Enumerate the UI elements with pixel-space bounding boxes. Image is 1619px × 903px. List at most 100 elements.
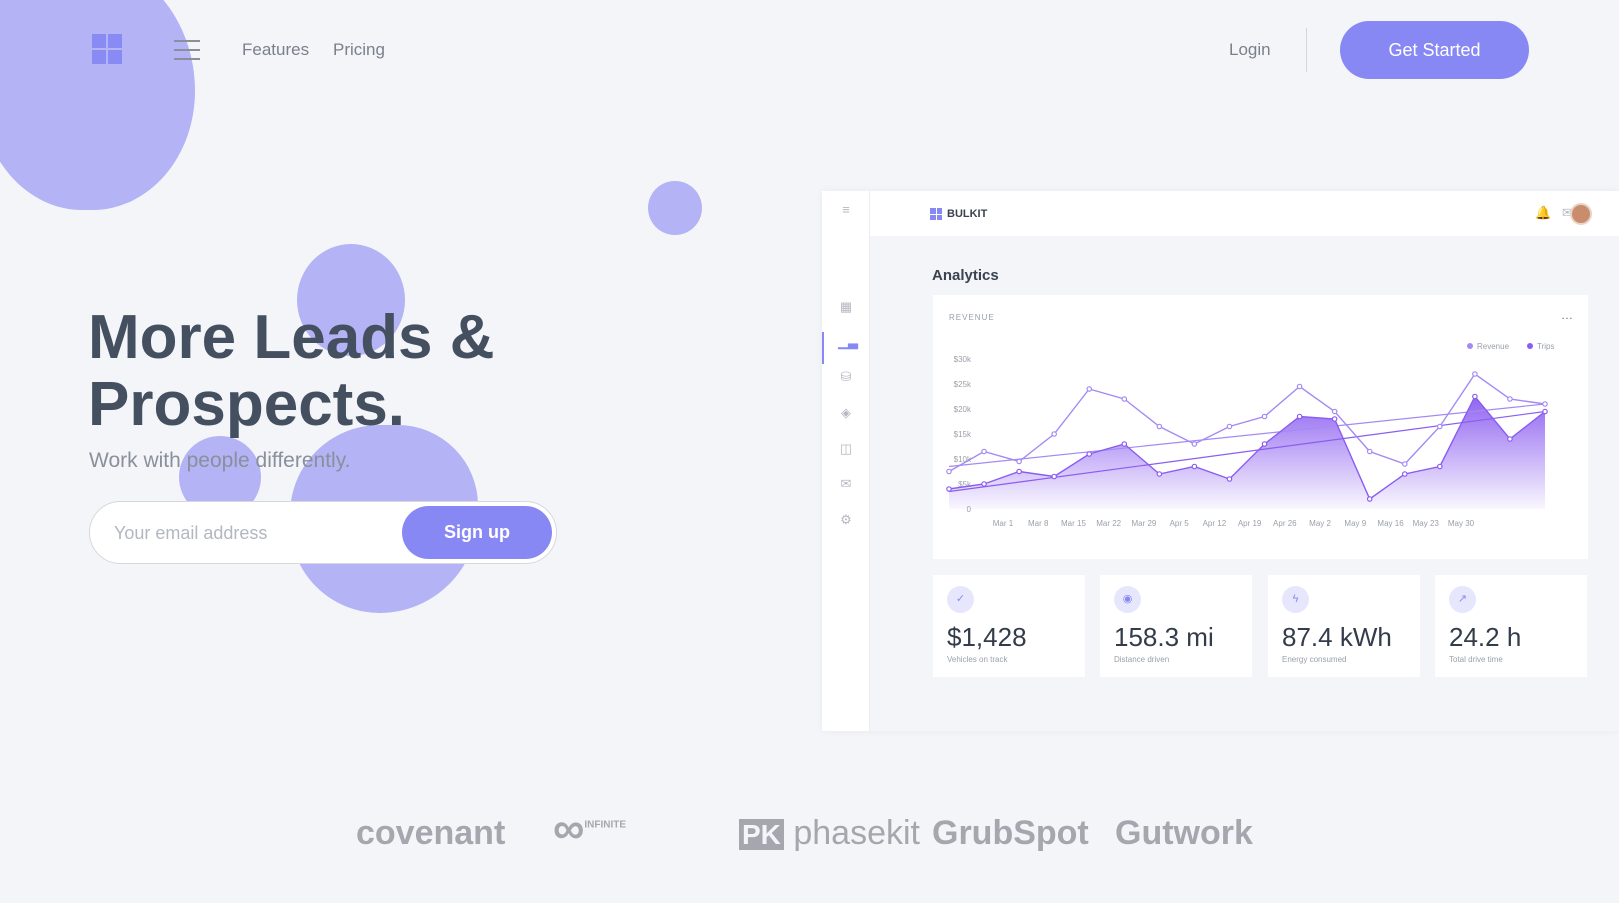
- data-point: [1331, 408, 1338, 415]
- hero-title-line-1: More Leads &: [88, 303, 495, 372]
- partner-logos: covenant ∞INFINITE PK phasekit GrubSpot …: [0, 800, 1619, 870]
- get-started-button[interactable]: Get Started: [1340, 21, 1529, 79]
- menu-lines-icon[interactable]: ≡: [838, 202, 854, 218]
- data-point: [1156, 471, 1163, 477]
- x-tick-label: May 2: [1309, 519, 1331, 528]
- dashboard-brand: BULKIT: [930, 208, 987, 220]
- chart-legend: Revenue Trips: [1467, 342, 1554, 351]
- x-tick-label: Apr 19: [1238, 519, 1262, 528]
- legend-swatch: [1527, 343, 1533, 349]
- data-point: [1086, 386, 1093, 392]
- x-tick-label: Mar 15: [1061, 519, 1086, 528]
- x-tick-label: May 30: [1448, 519, 1475, 528]
- car-icon[interactable]: ⛁: [838, 369, 854, 385]
- chart-title: REVENUE: [949, 313, 995, 322]
- dashboard-preview: ≡ ▦ ▁▃ ⛁ ◈ ◫ ✉ ⚙ BULKIT 🔔 ✉ Analytics RE…: [822, 191, 1619, 731]
- brand-logo-icon: [930, 208, 942, 220]
- partner-logo-covenant: covenant: [356, 814, 506, 852]
- revenue-chart: REVENUE … Revenue Trips 0$5k$10k$15k$20k$…: [946, 308, 1573, 528]
- data-point: [1086, 451, 1093, 457]
- stat-value: 87.4 kWh: [1282, 622, 1392, 652]
- location-pin-icon: ◉: [1114, 586, 1141, 613]
- x-tick-label: Mar 29: [1131, 519, 1156, 528]
- nav-link-pricing[interactable]: Pricing: [333, 40, 385, 60]
- legend-label: Revenue: [1477, 342, 1510, 351]
- signup-form: Sign up: [89, 501, 557, 564]
- stat-value: 158.3 mi: [1114, 622, 1214, 652]
- megaphone-icon[interactable]: ◈: [838, 405, 854, 421]
- data-point: [981, 481, 987, 487]
- avatar[interactable]: [1570, 203, 1592, 225]
- data-point: [1331, 416, 1338, 422]
- data-point: [1401, 471, 1408, 477]
- partner-name-infinite: INFINITE: [584, 819, 627, 831]
- data-point: [1261, 441, 1268, 447]
- stat-card-distance: ◉ 158.3 mi Distance driven: [1100, 575, 1252, 677]
- grid-icon[interactable]: ▦: [838, 299, 854, 315]
- data-point: [1507, 436, 1513, 442]
- settings-gear-icon[interactable]: ⚙: [838, 512, 854, 528]
- dashboard-topbar: BULKIT 🔔 ✉: [870, 191, 1619, 236]
- data-point: [1437, 463, 1443, 470]
- brand-name: BULKIT: [947, 208, 988, 220]
- stat-label: Vehicles on track: [947, 655, 1008, 664]
- legend-label: Trips: [1537, 342, 1554, 351]
- stat-card-drive-time: ↗ 24.2 h Total drive time: [1435, 575, 1587, 677]
- data-point: [1016, 458, 1022, 465]
- bar-chart-icon[interactable]: ▁▃: [838, 334, 858, 350]
- x-tick-label: May 23: [1413, 519, 1440, 528]
- y-tick-label: $30k: [954, 355, 972, 364]
- y-tick-label: $20k: [954, 405, 972, 414]
- stat-card-energy: ϟ 87.4 kWh Energy consumed: [1268, 575, 1420, 677]
- data-point: [1051, 431, 1057, 437]
- data-point: [1156, 423, 1163, 430]
- y-tick-label: $25k: [954, 380, 972, 389]
- y-tick-label: $15k: [954, 430, 972, 439]
- x-tick-label: Apr 26: [1273, 519, 1297, 528]
- data-point: [1437, 423, 1443, 430]
- x-axis: Mar 1 Mar 8 Mar 15 Mar 22 Mar 29 Apr 5 Apr 12 A…: [993, 519, 1475, 528]
- revenue-chart-card: REVENUE … Revenue Trips 0 $5k $10k $15k $20k $…: [933, 295, 1588, 559]
- check-icon: ✓: [947, 586, 974, 613]
- top-navigation: Features Pricing Login Get Started: [0, 0, 1619, 98]
- partner-logo-phasekit: PK phasekit: [739, 814, 920, 853]
- stat-label: Total drive time: [1449, 655, 1503, 664]
- data-point: [1191, 441, 1198, 447]
- chart-series: [946, 371, 1548, 509]
- hero-title: More Leads & Prospects.: [88, 304, 608, 438]
- data-point: [1261, 413, 1268, 420]
- data-point: [946, 468, 952, 475]
- bell-icon[interactable]: 🔔: [1535, 205, 1551, 221]
- map-icon[interactable]: ◫: [838, 441, 854, 457]
- data-point: [1226, 476, 1233, 482]
- x-tick-label: Mar 22: [1096, 519, 1121, 528]
- hamburger-menu-icon[interactable]: [174, 40, 200, 60]
- data-point: [1121, 441, 1128, 447]
- login-link[interactable]: Login: [1229, 40, 1271, 60]
- data-point: [1016, 468, 1022, 475]
- stat-label: Energy consumed: [1282, 655, 1347, 664]
- data-point: [946, 486, 952, 492]
- data-point: [981, 448, 987, 455]
- x-tick-label: Mar 1: [993, 519, 1014, 528]
- stat-value: 24.2 h: [1449, 622, 1522, 652]
- card-menu-icon[interactable]: …: [1561, 308, 1573, 322]
- legend-swatch: [1467, 343, 1473, 349]
- email-input[interactable]: [114, 516, 374, 550]
- x-tick-label: Mar 8: [1028, 519, 1049, 528]
- dashboard-sidebar: ≡ ▦ ▁▃ ⛁ ◈ ◫ ✉ ⚙: [822, 191, 870, 731]
- partner-logo-gutwork: Gutwork: [1115, 814, 1253, 852]
- logo-icon[interactable]: [92, 34, 122, 64]
- hero-title-line-2: Prospects.: [88, 370, 406, 439]
- analytics-heading: Analytics: [932, 267, 999, 284]
- phasekit-mark-icon: PK: [739, 819, 784, 850]
- nav-link-features[interactable]: Features: [242, 40, 309, 60]
- sign-up-button[interactable]: Sign up: [402, 506, 552, 559]
- mail-icon[interactable]: ✉: [838, 476, 854, 492]
- x-tick-label: May 9: [1344, 519, 1366, 528]
- trend-icon: ↗: [1449, 586, 1476, 613]
- partner-logo-grubspot: GrubSpot: [932, 814, 1089, 852]
- data-point: [1366, 496, 1373, 502]
- partner-logo-infinite: ∞INFINITE: [553, 804, 627, 853]
- decor-blob-small: [648, 181, 702, 235]
